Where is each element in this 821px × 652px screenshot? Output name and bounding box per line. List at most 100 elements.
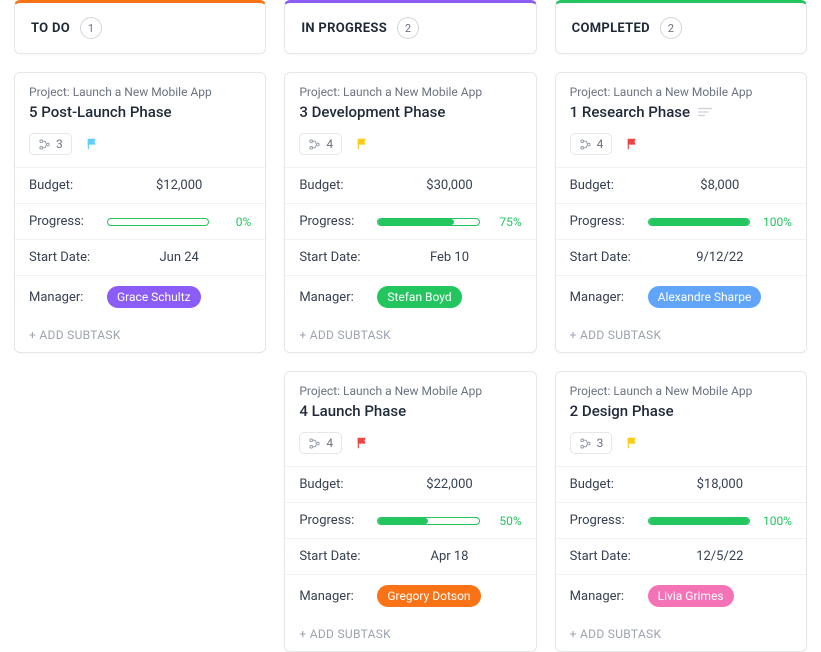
task-title[interactable]: 3 Development Phase: [299, 103, 445, 121]
manager-pill[interactable]: Grace Schultz: [107, 286, 201, 308]
chips-row: 3: [29, 133, 251, 155]
task-card[interactable]: Project: Launch a New Mobile App4 Launch…: [284, 371, 536, 652]
manager-cell: Stefan Boyd: [377, 286, 521, 308]
flag-icon[interactable]: [356, 137, 370, 151]
task-title[interactable]: 2 Design Phase: [570, 402, 674, 420]
budget-row: Budget:$12,000: [15, 167, 265, 203]
column-title: COMPLETED: [572, 21, 650, 36]
card-header: Project: Launch a New Mobile App1 Resear…: [556, 73, 806, 155]
progress-wrap: 100%: [648, 514, 792, 528]
manager-pill[interactable]: Livia Grimes: [648, 585, 734, 607]
column-header-inprogress[interactable]: IN PROGRESS2: [284, 0, 536, 54]
task-card[interactable]: Project: Launch a New Mobile App3 Develo…: [284, 72, 536, 353]
column-title: TO DO: [31, 21, 70, 36]
progress-label: Progress:: [299, 513, 377, 528]
progress-label: Progress:: [299, 214, 377, 229]
budget-value[interactable]: $22,000: [377, 477, 521, 492]
manager-label: Manager:: [570, 589, 648, 604]
progress-fill: [649, 518, 749, 524]
subtask-count-chip[interactable]: 3: [570, 432, 613, 454]
progress-fill: [649, 219, 749, 225]
budget-value[interactable]: $8,000: [648, 178, 792, 193]
task-title-row: 2 Design Phase: [570, 402, 792, 420]
start-date-label: Start Date:: [29, 250, 107, 265]
start-date-row: Start Date:Jun 24: [15, 239, 265, 275]
progress-label: Progress:: [570, 513, 648, 528]
progress-bar[interactable]: [377, 218, 479, 226]
column-completed: COMPLETED 2 Project: Launch a New Mobile A…: [555, 0, 807, 652]
start-date-row: Start Date:12/5/22: [556, 538, 806, 574]
progress-bar[interactable]: [107, 218, 209, 226]
flag-icon[interactable]: [626, 137, 640, 151]
subtask-icon: [308, 138, 321, 151]
start-date-value[interactable]: 12/5/22: [648, 549, 792, 564]
subtask-count-chip[interactable]: 3: [29, 133, 72, 155]
progress-bar[interactable]: [377, 517, 479, 525]
progress-percent: 100%: [758, 514, 792, 528]
card-header: Project: Launch a New Mobile App 2 Design…: [556, 372, 806, 454]
manager-cell: Livia Grimes: [648, 585, 792, 607]
budget-label: Budget:: [29, 178, 107, 193]
drag-handle-icon[interactable]: [698, 107, 712, 117]
progress-wrap: 75%: [377, 215, 521, 229]
manager-row: Manager:Stefan Boyd: [285, 275, 535, 318]
column-count-badge: 2: [660, 17, 682, 39]
flag-icon[interactable]: [86, 137, 100, 151]
chips-row: 4: [570, 133, 792, 155]
start-date-value[interactable]: Feb 10: [377, 250, 521, 265]
progress-row: Progress:100%: [556, 203, 806, 239]
start-date-label: Start Date:: [570, 549, 648, 564]
budget-value[interactable]: $30,000: [377, 178, 521, 193]
add-subtask-button[interactable]: + ADD SUBTASK: [556, 318, 806, 352]
progress-fill: [378, 219, 453, 225]
subtask-count-chip[interactable]: 4: [299, 133, 342, 155]
task-title[interactable]: 5 Post-Launch Phase: [29, 103, 172, 121]
add-subtask-button[interactable]: + ADD SUBTASK: [285, 318, 535, 352]
budget-value[interactable]: $18,000: [648, 477, 792, 492]
budget-label: Budget:: [570, 178, 648, 193]
subtask-count-chip[interactable]: 4: [299, 432, 342, 454]
task-card[interactable]: Project: Launch a New Mobile App5 Post-L…: [14, 72, 266, 353]
progress-wrap: 100%: [648, 215, 792, 229]
manager-row: Manager:Livia Grimes: [556, 574, 806, 617]
progress-row: Progress: 50%: [285, 502, 535, 538]
start-date-value[interactable]: Jun 24: [107, 250, 251, 265]
manager-label: Manager:: [299, 290, 377, 305]
subtask-icon: [579, 437, 592, 450]
task-title-row: 5 Post-Launch Phase: [29, 103, 251, 121]
progress-bar[interactable]: [648, 218, 750, 226]
budget-row: Budget:$8,000: [556, 167, 806, 203]
start-date-value[interactable]: 9/12/22: [648, 250, 792, 265]
progress-bar[interactable]: [648, 517, 750, 525]
subtask-count-chip[interactable]: 4: [570, 133, 613, 155]
subtask-count: 4: [326, 436, 333, 450]
add-subtask-button[interactable]: + ADD SUBTASK: [556, 617, 806, 651]
budget-label: Budget:: [570, 477, 648, 492]
card-header: Project: Launch a New Mobile App3 Develo…: [285, 73, 535, 155]
task-card[interactable]: Project: Launch a New Mobile App1 Resear…: [555, 72, 807, 353]
budget-value[interactable]: $12,000: [107, 178, 251, 193]
flag-icon[interactable]: [626, 436, 640, 450]
task-title[interactable]: 1 Research Phase: [570, 103, 690, 121]
column-todo: TO DO1 Project: Launch a New Mobile App5 …: [14, 0, 266, 652]
task-card[interactable]: Project: Launch a New Mobile App 2 Design…: [555, 371, 807, 652]
budget-label: Budget:: [299, 477, 377, 492]
chips-row: 4: [299, 133, 521, 155]
progress-fill: [378, 518, 428, 524]
manager-pill[interactable]: Alexandre Sharpe: [648, 286, 762, 308]
manager-pill[interactable]: Stefan Boyd: [377, 286, 461, 308]
progress-percent: 50%: [488, 514, 522, 528]
project-label: Project: Launch a New Mobile App: [570, 384, 792, 398]
add-subtask-button[interactable]: + ADD SUBTASK: [285, 617, 535, 651]
manager-pill[interactable]: Gregory Dotson: [377, 585, 480, 607]
task-title[interactable]: 4 Launch Phase: [299, 402, 406, 420]
column-header-completed[interactable]: COMPLETED 2: [555, 0, 807, 54]
column-header-todo[interactable]: TO DO1: [14, 0, 266, 54]
add-subtask-button[interactable]: + ADD SUBTASK: [15, 318, 265, 352]
subtask-icon: [579, 138, 592, 151]
start-date-value[interactable]: Apr 18: [377, 549, 521, 564]
progress-row: Progress: 100%: [556, 502, 806, 538]
progress-wrap: 50%: [377, 514, 521, 528]
flag-icon[interactable]: [356, 436, 370, 450]
budget-row: Budget:$22,000: [285, 466, 535, 502]
